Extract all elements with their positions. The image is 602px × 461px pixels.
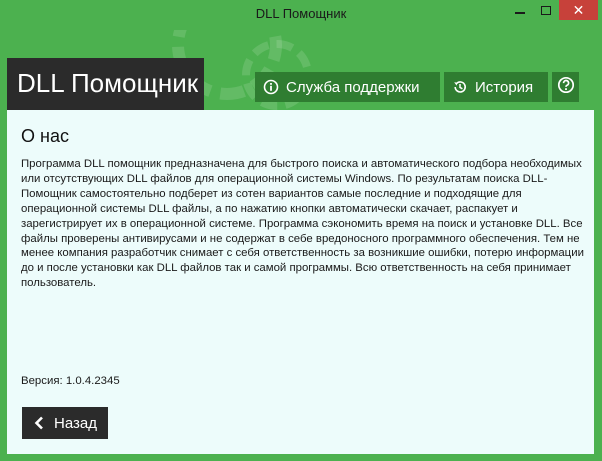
maximize-button[interactable] (533, 0, 559, 20)
app-logo-text: DLL Помощник (17, 68, 199, 98)
app-logo: DLL Помощник (7, 58, 204, 110)
history-button[interactable]: История (444, 72, 548, 102)
page-title: О нас (21, 126, 69, 146)
history-button-label: История (475, 78, 534, 96)
version-value: 1.0.4.2345 (65, 375, 120, 387)
back-button[interactable]: Назад (22, 407, 108, 439)
info-circle-icon (263, 79, 279, 95)
back-button-label: Назад (54, 414, 97, 432)
close-icon: ✕ (572, 1, 585, 18)
minimize-button[interactable] (507, 0, 533, 20)
about-description: Программа DLL помощник предназначена для… (21, 158, 584, 290)
support-button-label: Служба поддержки (286, 78, 420, 96)
version-label: Версия: (21, 375, 63, 387)
close-button[interactable]: ✕ (559, 0, 598, 20)
version-info: Версия: 1.0.4.2345 (21, 375, 120, 387)
support-button[interactable]: Служба поддержки (255, 72, 440, 102)
chevron-left-icon (32, 416, 46, 430)
help-button[interactable] (552, 72, 579, 102)
minimize-icon (515, 12, 525, 14)
history-icon (452, 79, 468, 95)
header: DLL Помощник Служба поддержки История (7, 30, 594, 110)
about-panel: О нас Программа DLL помощник предназначе… (7, 110, 594, 454)
maximize-icon (541, 5, 551, 15)
help-icon (557, 76, 575, 98)
app-window: DLL Помощник ✕ DLL Помощник Служба подде… (0, 0, 602, 461)
title-bar[interactable]: DLL Помощник ✕ (0, 0, 602, 30)
